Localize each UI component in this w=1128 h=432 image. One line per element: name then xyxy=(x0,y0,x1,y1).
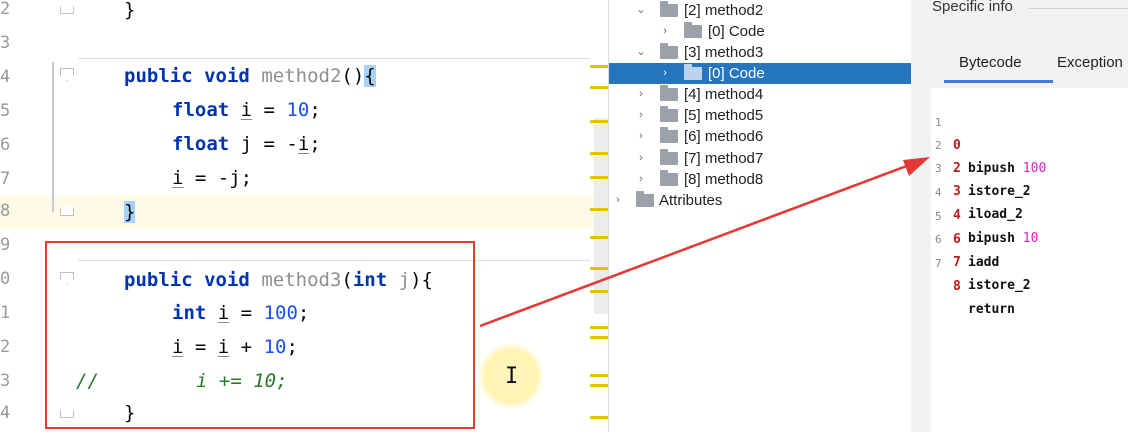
chevron-right-icon[interactable]: › xyxy=(612,190,624,211)
folder-icon xyxy=(660,127,678,143)
tree-item-method3-code[interactable]: › [0] Code xyxy=(609,63,912,84)
tree-item-method4[interactable]: › [4] method4 xyxy=(609,84,912,105)
tab-exception[interactable]: Exception xyxy=(1057,54,1123,71)
error-stripe-marker[interactable] xyxy=(590,267,608,270)
line-number: 2 xyxy=(0,337,11,357)
current-line-highlight xyxy=(0,195,594,229)
line-number: 3 xyxy=(0,371,11,391)
folder-icon xyxy=(660,85,678,101)
chevron-right-icon[interactable]: › xyxy=(635,148,647,169)
folder-icon xyxy=(636,191,654,207)
code-editor[interactable]: 2 3 4 5 6 7 8 9 0 1 2 3 4 } public void … xyxy=(0,0,608,432)
chevron-right-icon[interactable]: › xyxy=(635,169,647,190)
folder-icon xyxy=(660,106,678,122)
bytecode-row[interactable]: 5 6 iadd xyxy=(931,182,999,270)
tab-bytecode[interactable]: Bytecode xyxy=(959,54,1022,71)
code-line-5[interactable]: float i = 10; xyxy=(172,98,321,122)
line-number: 6 xyxy=(0,135,11,155)
editor-scrollbar[interactable] xyxy=(594,118,608,314)
folder-icon xyxy=(660,170,678,186)
line-number: 4 xyxy=(0,67,11,87)
error-stripe-marker[interactable] xyxy=(590,65,608,68)
folder-icon xyxy=(660,1,678,17)
line-number: 0 xyxy=(0,269,11,289)
error-stripe-marker[interactable] xyxy=(590,176,608,179)
title-divider xyxy=(1029,8,1128,9)
folder-icon xyxy=(660,149,678,165)
tree-item-method2[interactable]: ⌄ [2] method2 xyxy=(609,0,912,21)
error-stripe-marker[interactable] xyxy=(590,208,608,211)
code-line-4[interactable]: public void method2(){ xyxy=(124,64,376,88)
class-structure-tree[interactable]: ⌄ [2] method2 › [0] Code ⌄ [3] method3 ›… xyxy=(608,0,912,432)
line-number: 5 xyxy=(0,101,11,121)
error-stripe-marker[interactable] xyxy=(590,336,608,339)
folder-icon xyxy=(684,22,702,38)
error-stripe-marker[interactable] xyxy=(590,120,608,123)
tree-item-method2-code[interactable]: › [0] Code xyxy=(609,21,912,42)
bytecode-row[interactable]: 6 7 istore_2 xyxy=(931,205,1031,293)
line-number: 2 xyxy=(0,0,11,19)
chevron-right-icon[interactable]: › xyxy=(635,126,647,147)
bytecode-listing[interactable]: 1 0 bipush 100 2 2 istore_2 3 3 iload_2 … xyxy=(931,88,1128,432)
code-line-2[interactable]: } xyxy=(124,0,135,22)
specific-info-panel: Specific info Bytecode Exception 1 0 bip… xyxy=(911,0,1128,432)
bytecode-row[interactable]: 4 4 bipush 10 xyxy=(931,158,1038,246)
folder-icon xyxy=(660,43,678,59)
active-tab-indicator xyxy=(944,80,1053,83)
chevron-down-icon[interactable]: ⌄ xyxy=(635,0,647,21)
tree-item-method7[interactable]: › [7] method7 xyxy=(609,148,912,169)
line-number: 7 xyxy=(0,169,11,189)
method-separator xyxy=(78,58,590,59)
error-stripe-marker[interactable] xyxy=(590,416,608,419)
line-number: 4 xyxy=(0,403,11,423)
code-line-6[interactable]: float j = -i; xyxy=(172,132,321,156)
code-line-8[interactable]: } xyxy=(124,200,136,224)
tree-item-method8[interactable]: › [8] method8 xyxy=(609,169,912,190)
tree-item-attributes[interactable]: › Attributes xyxy=(609,190,912,211)
bytecode-row[interactable]: 7 8 return xyxy=(931,229,1015,317)
chevron-down-icon[interactable]: ⌄ xyxy=(635,42,647,63)
tree-item-method5[interactable]: › [5] method5 xyxy=(609,105,912,126)
chevron-right-icon[interactable]: › xyxy=(635,105,647,126)
chevron-right-icon[interactable]: › xyxy=(659,63,671,84)
panel-title: Specific info xyxy=(932,0,1013,15)
error-stripe-marker[interactable] xyxy=(590,152,608,155)
line-number: 1 xyxy=(0,303,11,323)
tree-item-method6[interactable]: › [6] method6 xyxy=(609,126,912,147)
bytecode-row[interactable]: 3 3 iload_2 xyxy=(931,134,1023,222)
gutter-change-marker xyxy=(52,62,54,212)
chevron-right-icon[interactable]: › xyxy=(635,84,647,105)
chevron-right-icon[interactable]: › xyxy=(659,21,671,42)
line-number: 3 xyxy=(0,33,11,53)
tree-item-method3[interactable]: ⌄ [3] method3 xyxy=(609,42,912,63)
fold-start-icon[interactable] xyxy=(60,68,74,81)
error-stripe-marker[interactable] xyxy=(590,374,608,377)
line-number: 9 xyxy=(0,235,11,255)
error-stripe-marker[interactable] xyxy=(590,326,608,329)
error-stripe-marker[interactable] xyxy=(590,236,608,239)
bytecode-row[interactable]: 1 0 bipush 100 xyxy=(931,88,1046,176)
error-stripe-marker[interactable] xyxy=(590,86,608,89)
error-stripe-marker[interactable] xyxy=(590,290,608,293)
text-cursor-icon: I xyxy=(505,364,519,389)
code-line-7[interactable]: i = -j; xyxy=(172,166,252,190)
bytecode-row[interactable]: 2 2 istore_2 xyxy=(931,111,1031,199)
error-stripe-marker[interactable] xyxy=(590,384,608,387)
annotation-box xyxy=(45,241,475,429)
line-number: 8 xyxy=(0,201,11,221)
folder-icon xyxy=(684,64,702,80)
fold-end-icon[interactable] xyxy=(60,2,74,14)
